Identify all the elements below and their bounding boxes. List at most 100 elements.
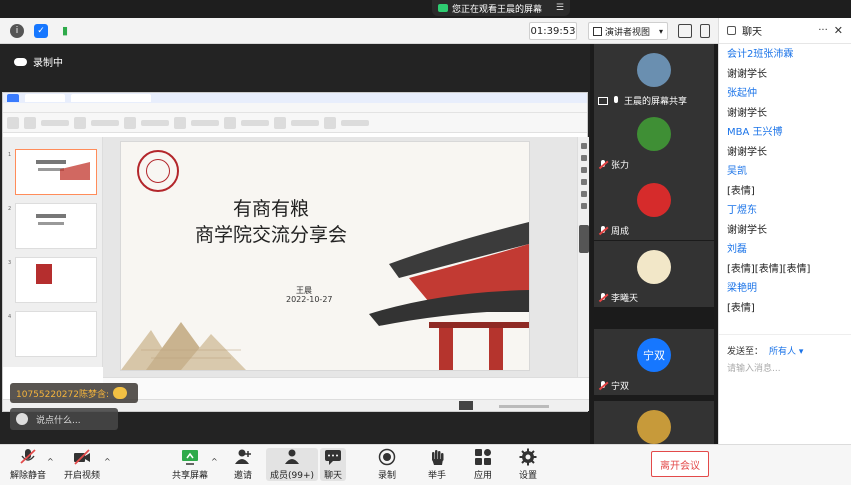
- participant-tile[interactable]: [594, 401, 714, 444]
- zoom-slider: [499, 405, 549, 408]
- chevron-up-icon[interactable]: ^: [47, 457, 54, 466]
- meeting-timer: 01:39:53: [529, 22, 577, 40]
- recording-indicator: 录制中: [14, 54, 63, 69]
- microphone-muted-icon: [598, 292, 608, 303]
- chat-title: 聊天: [742, 27, 762, 38]
- pavilion-illustration: [369, 222, 529, 370]
- participant-strip: 王晨的屏幕共享 张力 周成 李曦天 宁双 宁双: [590, 44, 718, 444]
- add-user-icon: [235, 449, 251, 464]
- participant-name: 王晨的屏幕共享: [624, 97, 688, 107]
- participant-tile[interactable]: 宁双 宁双: [594, 329, 714, 395]
- quick-chat-placeholder: 说点什么...: [36, 415, 81, 426]
- info-icon[interactable]: i: [10, 23, 24, 38]
- participant-name: 张力: [611, 161, 630, 171]
- participant-name: 周成: [611, 227, 630, 237]
- microphone-muted-icon: [20, 449, 36, 464]
- school-seal-logo: [137, 150, 179, 192]
- sidebar-toggle-icon[interactable]: [700, 24, 710, 38]
- thumbnail-image: [36, 264, 52, 284]
- avatar: [637, 250, 671, 284]
- shield-icon[interactable]: ✓: [34, 23, 48, 38]
- ribbon-button: [41, 119, 69, 126]
- start-video-button[interactable]: 开启视频: [64, 448, 100, 481]
- participant-name: 宁双: [611, 382, 630, 392]
- clap-icon: [113, 387, 128, 399]
- members-button[interactable]: 成员(99+): [266, 448, 319, 481]
- ribbon-button: [24, 116, 36, 129]
- app-side-toolbar: [577, 137, 589, 377]
- chat-message-text: [表情]: [727, 185, 755, 197]
- participant-label: 李曦天: [598, 291, 638, 304]
- presentation-app-window: 1 2 3 4 有商有粮 商学院交流分享会 王晨 2022-10-27: [2, 92, 589, 412]
- send-to-select[interactable]: 所有人 ▾: [769, 344, 803, 357]
- thumbnail-number: 1: [8, 152, 12, 158]
- chat-message-text: 谢谢学长: [727, 146, 767, 158]
- notes-area: [103, 377, 589, 399]
- microphone-muted-icon: [598, 225, 608, 236]
- record-label: 录制: [378, 471, 397, 481]
- participant-tile[interactable]: 王晨的屏幕共享: [594, 44, 714, 110]
- menu-icon[interactable]: ☰: [556, 3, 564, 13]
- chat-label: 聊天: [324, 471, 343, 481]
- participant-tile[interactable]: 李曦天: [594, 241, 714, 307]
- chat-sender-name: 会计2班张沛霖: [727, 49, 794, 60]
- avatar: [637, 53, 671, 87]
- emoji-icon[interactable]: [16, 413, 28, 425]
- thumbnail-number: 3: [8, 260, 12, 266]
- shared-screen: 录制中 1 2 3 4 有商有粮 商学院交流分享会 王晨 2022-10-27 …: [0, 44, 590, 444]
- share-screen-label: 共享屏幕: [172, 471, 209, 481]
- reaction-sender: 10755220272陈梦含:: [16, 389, 110, 400]
- chat-message-text: [表情]: [727, 302, 755, 314]
- app-tab-doc1: [25, 94, 65, 102]
- viewing-banner[interactable]: 您正在观看王晨的屏幕 ☰: [432, 0, 570, 16]
- current-slide: 有商有粮 商学院交流分享会 王晨 2022-10-27: [120, 141, 530, 371]
- chevron-down-icon: ▾: [658, 26, 663, 36]
- record-icon: [378, 448, 396, 466]
- fullscreen-icon[interactable]: [678, 24, 692, 38]
- close-icon[interactable]: ✕: [834, 24, 843, 37]
- settings-button[interactable]: 设置: [519, 448, 537, 481]
- leave-meeting-button[interactable]: 离开会议: [651, 451, 709, 477]
- raise-hand-button[interactable]: 举手: [428, 448, 446, 481]
- record-button[interactable]: 录制: [378, 448, 396, 481]
- chat-header: 聊天 ··· ✕: [719, 18, 851, 44]
- chevron-up-icon[interactable]: ^: [211, 457, 218, 466]
- share-screen-icon: [182, 450, 198, 465]
- bottom-toolbar: 解除静音 ^ 开启视频 ^ 共享屏幕 ^ 邀请 成员(99+) 聊天 录制 举手…: [0, 444, 851, 485]
- send-to-row: 发送至： 所有人 ▾: [727, 344, 803, 357]
- raise-hand-label: 举手: [428, 471, 447, 481]
- view-mode-select[interactable]: 演讲者视图 ▾: [588, 22, 668, 40]
- share-screen-button[interactable]: 共享屏幕: [172, 448, 208, 481]
- more-icon[interactable]: ···: [818, 25, 828, 36]
- gear-icon: [519, 448, 537, 466]
- chat-input[interactable]: 请输入消息...: [727, 361, 781, 374]
- slide-canvas: 有商有粮 商学院交流分享会 王晨 2022-10-27: [103, 137, 577, 377]
- cloud-icon: [14, 57, 27, 66]
- chat-icon: [727, 26, 736, 35]
- thumbnail-text: [36, 160, 66, 164]
- avatar: [637, 410, 671, 444]
- participant-tile[interactable]: 张力: [594, 108, 714, 174]
- chat-sender-name: 丁煜东: [727, 205, 757, 216]
- ribbon-button: [141, 119, 169, 126]
- participant-tile[interactable]: 周成: [594, 174, 714, 240]
- mountain-illustration: [121, 322, 246, 370]
- invite-button[interactable]: 邀请: [234, 448, 252, 481]
- divider: [719, 334, 851, 335]
- apps-button[interactable]: 应用: [474, 448, 492, 481]
- app-menu-bar: [3, 103, 587, 113]
- chat-panel: 聊天 ··· ✕ 会计2班张沛霖 谢谢学长 张起仲 谢谢学长 MBA 王兴博 谢谢学长 吴凯…: [718, 18, 851, 444]
- ribbon-button: [274, 116, 286, 129]
- app-tab-home: [7, 94, 19, 102]
- quick-chat-input[interactable]: 说点什么...: [10, 408, 118, 430]
- thumbnail-number: 4: [8, 314, 12, 320]
- chat-button[interactable]: 聊天: [320, 448, 347, 481]
- ribbon-button: [341, 119, 369, 126]
- signal-icon[interactable]: ▮: [58, 24, 72, 38]
- ribbon-button: [241, 119, 269, 126]
- chevron-up-icon[interactable]: ^: [104, 457, 111, 466]
- reaction-toast: 10755220272陈梦含:: [10, 383, 138, 403]
- thumbnail-roof: [60, 162, 90, 180]
- unmute-button[interactable]: 解除静音: [10, 448, 46, 481]
- ribbon-button: [324, 116, 336, 129]
